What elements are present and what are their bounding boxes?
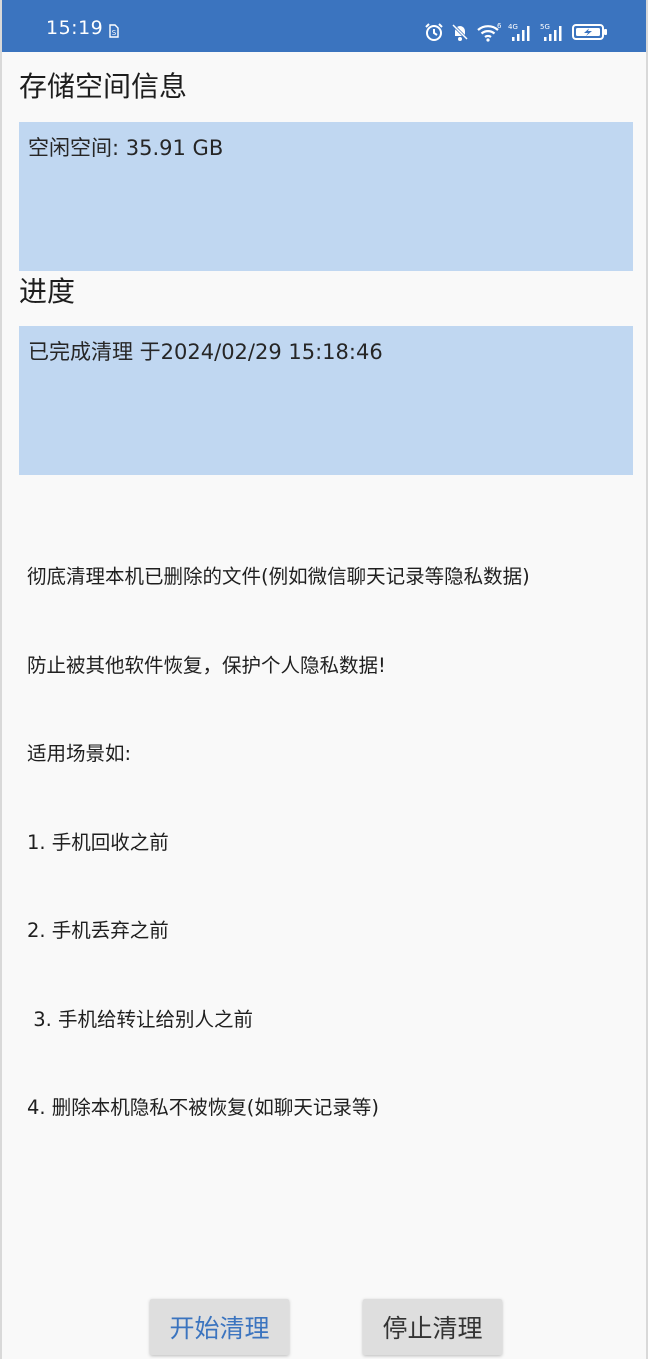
svg-text:S: S: [112, 29, 117, 37]
status-icons: 6 4G 5G: [424, 20, 608, 44]
signal-5g-icon: 5G: [540, 23, 562, 41]
storage-section-title: 存储空间信息: [19, 70, 188, 103]
description-line: 4. 删除本机隐私不被恢复(如聊天记录等): [27, 1096, 380, 1119]
battery-charging-icon: [572, 24, 607, 40]
description-line: 1. 手机回收之前: [27, 830, 169, 854]
description-line: 适用场景如:: [27, 742, 132, 765]
description-line: 防止被其他软件恢复，保护个人隐私数据!: [27, 653, 386, 677]
description-line: 彻底清理本机已删除的文件(例如微信聊天记录等隐私数据): [27, 565, 530, 588]
free-space-text: 空闲空间: 35.91 GB: [28, 136, 224, 160]
svg-text:4G: 4G: [508, 23, 518, 31]
mute-bell-icon: [451, 23, 469, 41]
description-line: 2. 手机丢弃之前: [27, 919, 169, 942]
svg-text:5G: 5G: [540, 23, 550, 31]
description-line: 3. 手机给转让给别人之前: [27, 1007, 254, 1031]
start-clean-button[interactable]: 开始清理: [150, 1299, 289, 1355]
progress-status-text: 已完成清理 于2024/02/29 15:18:46: [28, 340, 383, 364]
app-screen: 15:19 S 6 4G 5G 存储空间信息 空闲空间: 35.91 GB 进度…: [0, 0, 648, 1359]
sim-card-icon: S: [109, 24, 119, 38]
stop-clean-button[interactable]: 停止清理: [363, 1299, 502, 1355]
progress-info-box: 已完成清理 于2024/02/29 15:18:46: [19, 326, 633, 475]
status-bar: 15:19 S 6 4G 5G: [2, 0, 646, 52]
wifi-icon: 6: [477, 22, 502, 42]
progress-section-title: 进度: [19, 275, 76, 308]
description-text: 彻底清理本机已删除的文件(例如微信聊天记录等隐私数据) 防止被其他软件恢复，保护…: [27, 503, 637, 1182]
status-time: 15:19: [46, 17, 104, 39]
svg-text:6: 6: [497, 22, 502, 30]
alarm-icon: [425, 23, 443, 41]
storage-info-box: 空闲空间: 35.91 GB: [19, 122, 633, 271]
signal-4g-icon: 4G: [508, 23, 530, 41]
